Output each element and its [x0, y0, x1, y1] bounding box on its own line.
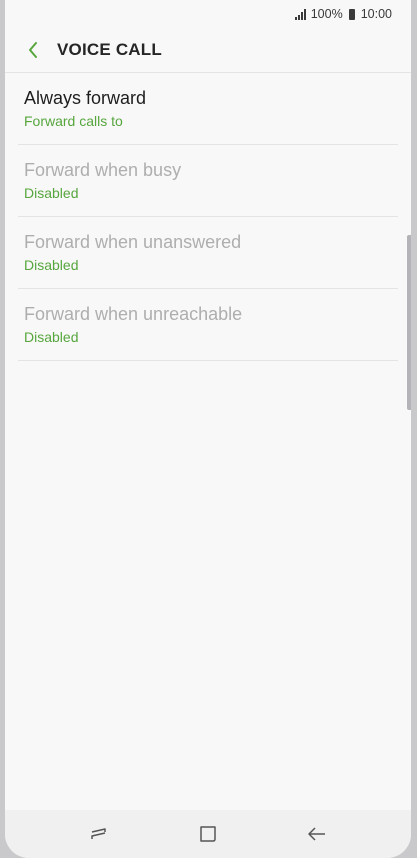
battery-icon [348, 8, 355, 20]
list-item-forward-when-unanswered[interactable]: Forward when unanswered Disabled [18, 217, 398, 289]
list-item-title: Forward when unreachable [24, 304, 243, 324]
list-item-subtitle: Forward calls to [24, 113, 123, 129]
signal-icon [294, 8, 306, 20]
home-icon [200, 826, 216, 842]
nav-back-button[interactable] [293, 814, 341, 854]
home-button[interactable] [184, 814, 232, 854]
battery-percentage: 100% [310, 7, 343, 21]
phone-screen: 100% 10:00 VOICE CALL Always forward For… [5, 0, 411, 858]
list-item-subtitle: Disabled [24, 329, 79, 345]
clock: 10:00 [360, 7, 392, 21]
back-icon [307, 827, 325, 841]
navigation-bar [5, 810, 411, 858]
list-item-title: Forward when busy [24, 160, 182, 180]
side-edge [407, 235, 411, 410]
call-forwarding-list: Always forward Forward calls to Forward … [18, 73, 398, 361]
page-title: VOICE CALL [57, 40, 162, 59]
list-item-title: Always forward [24, 88, 147, 108]
list-item-always-forward[interactable]: Always forward Forward calls to [18, 73, 398, 145]
list-item-forward-when-unreachable[interactable]: Forward when unreachable Disabled [18, 289, 398, 361]
recent-apps-icon [91, 828, 107, 839]
list-item-title: Forward when unanswered [24, 232, 242, 252]
list-item-forward-when-busy[interactable]: Forward when busy Disabled [18, 145, 398, 217]
status-bar: 100% 10:00 [5, 0, 411, 28]
list-item-subtitle: Disabled [24, 257, 79, 273]
recent-apps-button[interactable] [75, 814, 123, 854]
back-button[interactable] [15, 32, 51, 68]
app-bar: VOICE CALL [5, 28, 411, 73]
chevron-left-icon [29, 42, 37, 58]
list-item-subtitle: Disabled [24, 185, 79, 201]
